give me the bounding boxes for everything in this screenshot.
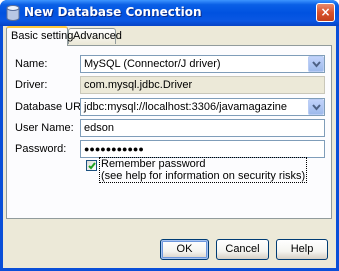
checkmark-icon <box>88 162 96 170</box>
user-name-label: User Name: <box>15 122 74 134</box>
driver-field: com.mysql.jdbc.Driver <box>80 76 325 94</box>
password-label: Password: <box>15 143 67 155</box>
driver-label: Driver: <box>15 79 48 91</box>
name-dropdown-button[interactable] <box>308 56 324 72</box>
password-value: ●●●●●●●●●●● <box>84 144 144 154</box>
chevron-down-icon <box>312 104 321 111</box>
chevron-down-icon <box>312 61 321 68</box>
tab-label: Advanced <box>73 30 122 42</box>
security-risk-note: (see help for information on security ri… <box>101 170 306 182</box>
close-icon: × <box>320 5 331 19</box>
dialog-body: Basic setting Advanced Name: MySQL (Conn… <box>3 26 336 268</box>
new-database-connection-dialog: New Database Connection × Basic setting … <box>0 0 339 271</box>
close-button[interactable]: × <box>316 3 335 22</box>
tab-advanced[interactable]: Advanced <box>68 28 122 44</box>
remember-password-text: Remember password <box>101 158 206 170</box>
title-bar[interactable]: New Database Connection × <box>0 0 339 26</box>
help-button[interactable]: Help <box>276 239 328 260</box>
password-input[interactable]: ●●●●●●●●●●● <box>80 140 325 158</box>
database-url-dropdown-button[interactable] <box>308 99 324 115</box>
basic-setting-panel: Name: MySQL (Connector/J driver) Driver:… <box>6 45 332 219</box>
driver-value: com.mysql.jdbc.Driver <box>84 79 193 91</box>
name-combo[interactable]: MySQL (Connector/J driver) <box>80 55 325 73</box>
database-url-value: jdbc:mysql://localhost:3306/javamagazine <box>84 101 288 113</box>
name-combo-value: MySQL (Connector/J driver) <box>84 58 221 70</box>
tab-label: Basic setting <box>11 30 74 42</box>
database-url-combo[interactable]: jdbc:mysql://localhost:3306/javamagazine <box>80 98 325 116</box>
name-label: Name: <box>15 58 48 70</box>
user-name-value: edson <box>84 122 114 134</box>
remember-password-label[interactable]: Remember password (see help for informat… <box>99 157 308 183</box>
window-title: New Database Connection <box>24 5 202 19</box>
cancel-button[interactable]: Cancel <box>216 239 269 260</box>
remember-password-checkbox[interactable] <box>86 160 97 171</box>
database-url-label: Database URL: <box>15 101 91 113</box>
user-name-input[interactable]: edson <box>80 119 325 137</box>
database-icon <box>6 5 20 21</box>
tab-basic-setting[interactable]: Basic setting <box>6 26 73 46</box>
ok-button[interactable]: OK <box>160 239 209 260</box>
